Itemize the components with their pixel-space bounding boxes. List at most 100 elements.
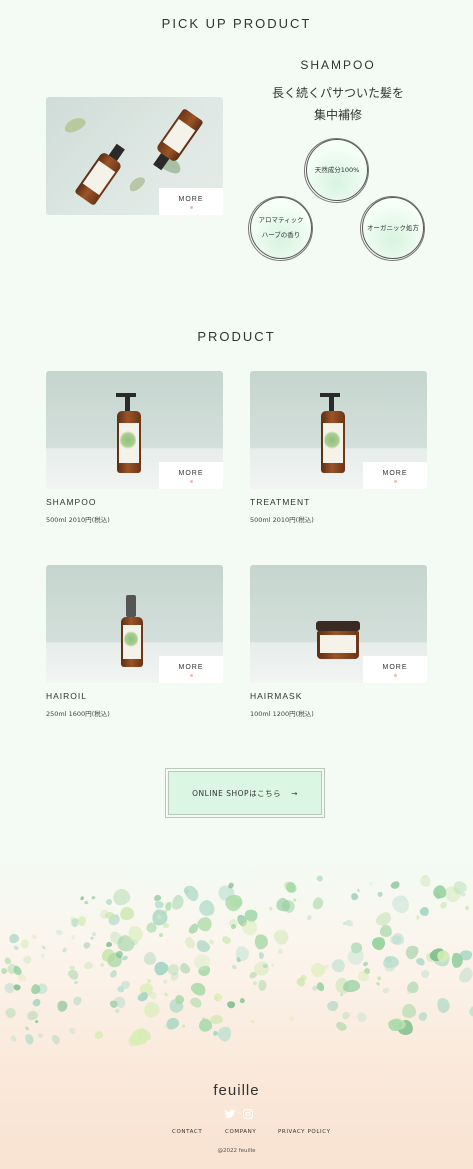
jar-illustration <box>316 621 360 659</box>
leaf-decoration <box>114 1008 121 1015</box>
leaf-decoration <box>89 937 94 941</box>
leaf-decoration <box>389 879 401 890</box>
more-button[interactable]: MORE <box>363 462 427 489</box>
leaf-decoration <box>417 1010 430 1023</box>
footer-link-company[interactable]: COMPANY <box>225 1129 256 1135</box>
leaf-decoration <box>41 945 47 950</box>
leaf-decoration <box>83 901 89 905</box>
leaf-decoration <box>73 980 78 985</box>
leaf-decoration <box>13 984 21 992</box>
leaf-decoration <box>382 954 401 969</box>
leaf-decoration <box>362 960 369 967</box>
leaf-decoration <box>169 893 186 912</box>
feature-circle-organic: オーガニック処方 <box>362 197 424 259</box>
more-dot <box>189 480 193 483</box>
leaf-decoration <box>401 1003 418 1019</box>
leaf-decoration <box>118 905 135 921</box>
leaf-decoration <box>7 932 20 945</box>
leaf-decoration <box>308 959 328 980</box>
feature-text: ハーブの香り <box>261 231 301 239</box>
product-card-image-hairmask[interactable]: MORE <box>250 565 427 683</box>
feature-circle-aroma: アロマティック ハーブの香り <box>250 197 312 259</box>
leaf-decoration <box>268 905 274 911</box>
twitter-icon[interactable] <box>224 1105 236 1119</box>
leaf-decoration <box>375 975 382 982</box>
leaf-decoration <box>315 875 324 883</box>
more-button[interactable]: MORE <box>159 656 223 683</box>
leaf-decoration <box>126 174 148 194</box>
online-shop-button[interactable]: ONLINE SHOPはこちら → <box>165 768 325 818</box>
product-card-image-treatment[interactable]: MORE <box>250 371 427 489</box>
more-label: MORE <box>382 470 408 477</box>
leaf-decoration <box>377 891 384 898</box>
leaf-decoration <box>83 961 93 970</box>
leaf-decoration <box>439 900 449 911</box>
leaf-decoration <box>91 895 96 900</box>
leaf-decoration <box>12 945 19 952</box>
product-price: 500ml 2010円(税込) <box>46 516 110 524</box>
leaf-decoration <box>435 997 451 1014</box>
leaf-decoration <box>370 935 387 952</box>
leaf-decoration <box>4 1005 18 1019</box>
leaf-decoration <box>94 1029 104 1040</box>
more-label: MORE <box>178 196 204 203</box>
product-card-image-hairoil[interactable]: MORE <box>46 565 223 683</box>
leaf-decoration <box>467 1004 473 1019</box>
instagram-icon[interactable] <box>242 1105 254 1119</box>
leaf-decoration <box>105 941 112 948</box>
pickup-product-name: SHAMPOO <box>300 58 376 72</box>
leaf-decoration <box>128 924 145 943</box>
leaf-decoration <box>342 978 361 994</box>
footer-logo[interactable]: feuille <box>0 1082 473 1099</box>
pickup-product-image[interactable]: MORE <box>46 97 223 215</box>
leaf-decoration <box>231 964 238 970</box>
leaf-decoration <box>162 922 170 928</box>
leaf-decoration <box>419 874 432 889</box>
product-name[interactable]: HAIROIL <box>46 691 87 701</box>
leaf-decoration <box>162 979 168 985</box>
leaf-decoration <box>50 1033 62 1046</box>
pickup-section-title: PICK UP PRODUCT <box>161 16 312 31</box>
leaf-decoration <box>195 914 215 934</box>
leaf-decoration <box>109 969 119 979</box>
leaf-decoration <box>79 895 84 901</box>
leaf-decoration <box>99 963 104 968</box>
pickup-more-button[interactable]: MORE <box>159 188 223 215</box>
leaf-decoration <box>182 935 197 951</box>
product-card-image-shampoo[interactable]: MORE <box>46 371 223 489</box>
leaf-decoration <box>379 924 393 938</box>
product-name[interactable]: TREATMENT <box>250 497 310 507</box>
leaf-decoration <box>250 1020 255 1024</box>
bottle-illustration <box>141 104 209 181</box>
product-name[interactable]: HAIRMASK <box>250 691 302 701</box>
leaf-decoration <box>350 892 360 902</box>
footer-link-contact[interactable]: CONTACT <box>172 1129 202 1135</box>
leaf-decoration <box>277 948 283 954</box>
leaf-decoration <box>21 955 33 966</box>
leaf-decoration <box>110 887 132 908</box>
leaf-decoration <box>340 1009 351 1021</box>
leaf-decoration <box>154 901 165 910</box>
leaf-decoration <box>414 956 426 967</box>
leaf-decoration <box>181 1024 185 1028</box>
more-button[interactable]: MORE <box>159 462 223 489</box>
copy-line-1: 長く続くパサついた髪を <box>271 86 404 100</box>
footer-link-privacy[interactable]: PRIVACY POLICY <box>278 1129 331 1135</box>
more-label: MORE <box>382 664 408 671</box>
leaf-decoration <box>354 1010 368 1024</box>
product-name[interactable]: SHAMPOO <box>46 497 96 507</box>
leaf-decoration <box>121 955 129 962</box>
leaf-decoration <box>226 1000 236 1009</box>
leaf-decoration <box>77 916 87 928</box>
leaf-decoration <box>420 969 430 979</box>
leaf-decoration <box>358 971 369 982</box>
bottle-illustration <box>318 393 348 473</box>
leaf-decoration <box>343 918 354 928</box>
leaf-decoration <box>287 1014 296 1023</box>
more-label: MORE <box>178 664 204 671</box>
leaf-decoration <box>329 956 347 975</box>
copy-line-2: 集中補修 <box>313 108 362 122</box>
product-price: 100ml 1200円(税込) <box>250 710 314 718</box>
more-button[interactable]: MORE <box>363 656 427 683</box>
feature-text: 天然成分100% <box>314 165 360 174</box>
